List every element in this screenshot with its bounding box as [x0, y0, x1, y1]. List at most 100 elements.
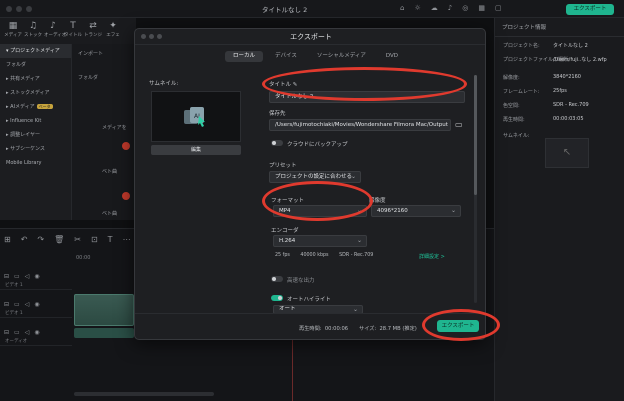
folder-icon[interactable]: ▭	[455, 120, 463, 129]
lock-icon[interactable]: ⊟	[4, 329, 9, 336]
chevron-down-icon: ⌄	[356, 237, 362, 244]
sidebar-item[interactable]: ▸ Influence Kit	[0, 114, 71, 128]
encoder-select[interactable]: H.264 ⌄	[273, 235, 367, 247]
top-export-button[interactable]: エクスポート	[566, 4, 614, 15]
advanced-settings-link[interactable]: 詳細設定 >	[419, 253, 445, 260]
sidebar-item[interactable]: ▸ 調整レイヤー	[0, 128, 71, 142]
dialog-title: エクスポート	[290, 33, 332, 41]
speaker-icon[interactable]: ◁	[25, 301, 30, 308]
timeline-scrollbar[interactable]	[74, 392, 214, 396]
redo-icon[interactable]: ↷	[37, 235, 44, 244]
toolbar-tab-icon: ♫	[28, 21, 38, 31]
crop-icon[interactable]: ⊡	[91, 235, 98, 244]
app-title: タイトルなし 2	[262, 6, 308, 14]
toolbar-tab[interactable]: ▦ メディア	[4, 21, 22, 41]
grid-icon[interactable]: ▦	[478, 4, 485, 12]
export-button[interactable]: エクスポート	[437, 320, 479, 332]
dialog-footer: 再生時間: 00:00:06 サイズ: 28.7 MB (推定) エクスポート	[135, 313, 485, 339]
project-info-key: 解像度:	[503, 75, 520, 81]
folder-icon[interactable]: ▭	[14, 273, 20, 280]
lock-icon[interactable]: ⊟	[4, 273, 9, 280]
dialog-scrollbar-thumb[interactable]	[474, 75, 477, 195]
edit-thumbnail-button[interactable]: 編集	[151, 145, 241, 155]
sidebar-item[interactable]: ▸ ストックメディア	[0, 86, 71, 100]
project-info-header: プロジェクト情報	[495, 18, 624, 37]
window-controls[interactable]	[6, 6, 32, 12]
resolution-label: 解像度	[369, 198, 386, 204]
encoder-value: H.264	[279, 238, 296, 244]
project-info-key: プロジェクト名:	[503, 43, 540, 49]
eye-icon[interactable]: ◉	[34, 273, 39, 280]
record-icon[interactable]	[122, 192, 130, 200]
toolbar-tab[interactable]: T タイトル	[64, 21, 82, 41]
resolution-select[interactable]: 4096*2160 ⌄	[371, 205, 461, 217]
save-path-field[interactable]: /Users/fujimotochiaki/Movies/Wondershare…	[269, 119, 451, 131]
fast-export-toggle[interactable]	[271, 276, 283, 282]
folder-label: フォルダ	[78, 75, 99, 81]
toolbar-tab-icon: T	[70, 21, 76, 31]
cut-icon[interactable]: ✂	[74, 235, 81, 244]
sidebar-item[interactable]: フォルダ	[0, 58, 71, 72]
toolbar-tab-label: ストック	[24, 33, 42, 38]
headset-icon[interactable]: ◎	[462, 4, 468, 12]
project-name-field[interactable]: タイトルなし 2	[269, 91, 465, 103]
tab-local[interactable]: ローカル	[225, 51, 264, 62]
sidebar-item[interactable]: ▸ AIメディア ベータ	[0, 100, 71, 114]
toolbar-tab[interactable]: ✦ エフェ	[104, 21, 122, 41]
preset-select[interactable]: プロジェクトの設定に合わせる ⌄	[269, 171, 361, 183]
undo-icon[interactable]: ↶	[21, 235, 28, 244]
fullscreen-icon[interactable]: ▢	[495, 4, 502, 12]
dialog-tabs: ローカル デバイス ソーシャルメディア DVD	[225, 51, 406, 62]
folder-icon[interactable]: ▭	[14, 329, 20, 336]
video-clip[interactable]	[74, 294, 134, 326]
split-icon[interactable]: ⊞	[4, 235, 11, 244]
sidebar-item[interactable]: ▸ サブシーケンス	[0, 142, 71, 156]
toolbar-tab-label: トランジ	[84, 33, 102, 38]
format-select[interactable]: MP4 ⌄	[273, 205, 367, 217]
track-name: オーディオ	[5, 339, 28, 344]
more-icon[interactable]: ⋯	[123, 235, 131, 244]
toolbar-tab[interactable]: ♫ ストック	[24, 21, 42, 41]
project-thumbnail[interactable]: ↖	[545, 138, 589, 168]
dialog-title-bar: エクスポート	[135, 29, 485, 45]
eye-icon[interactable]: ◉	[34, 301, 39, 308]
tab-device[interactable]: デバイス	[267, 51, 305, 62]
cloud-backup-toggle[interactable]	[271, 140, 283, 146]
tab-dvd[interactable]: DVD	[378, 51, 406, 62]
toolbar-tab[interactable]: ⇄ トランジ	[84, 21, 102, 41]
project-info-key: 色空間:	[503, 103, 520, 109]
delete-icon[interactable]: 🗑	[54, 235, 64, 244]
beta-badge: ベータ	[36, 104, 53, 109]
bell-icon[interactable]: ♪	[448, 4, 452, 12]
track-header[interactable]: ⊟ ▭ ◁ ◉ ビデオ 1	[0, 268, 72, 290]
project-info-value: /Users/fuji..なし 2.wfp	[553, 57, 607, 63]
auto-highlight-toggle[interactable]	[271, 295, 283, 301]
sidebar-item[interactable]: ▸ 共有メディア	[0, 72, 71, 86]
speaker-icon[interactable]: ◁	[25, 273, 30, 280]
gift-icon[interactable]: ⌂	[400, 4, 404, 12]
lightbulb-icon[interactable]: ☼	[414, 4, 420, 12]
text-icon[interactable]: T	[108, 235, 113, 244]
project-info-key: サムネイル:	[503, 133, 530, 139]
lock-icon[interactable]: ⊟	[4, 301, 9, 308]
toolbar-tab[interactable]: ♪ オーディオ	[44, 21, 66, 41]
record-icon[interactable]	[122, 142, 130, 150]
project-info-value: 00:00:03:05	[553, 116, 584, 122]
cloud-upload-icon[interactable]: ☁	[431, 4, 438, 12]
eye-icon[interactable]: ◉	[34, 329, 39, 336]
sidebar-item[interactable]: ▾ プロジェクトメディア	[0, 44, 71, 58]
tab-social-media[interactable]: ソーシャルメディア	[309, 51, 374, 62]
track-header[interactable]: ⊟ ▭ ◁ ◉ ビデオ 1	[0, 296, 72, 318]
sidebar-item[interactable]: Mobile Library	[0, 156, 71, 170]
speaker-icon[interactable]: ◁	[25, 329, 30, 336]
sidebar-item-label: ▸ AIメディア	[6, 104, 35, 110]
sidebar-item-label: ▸ 調整レイヤー	[6, 132, 40, 138]
import-label[interactable]: インポート	[78, 50, 103, 57]
track-header[interactable]: ⊟ ▭ ◁ ◉ オーディオ	[0, 324, 72, 346]
ai-sparkle-icon[interactable]: ✎	[293, 82, 298, 88]
filmora-logo-icon: AI	[184, 107, 205, 127]
folder-icon[interactable]: ▭	[14, 301, 20, 308]
toolbar-tab-label: タイトル	[64, 33, 82, 38]
timeline-tools: ⊞ ↶ ↷ 🗑 ✂ ⊡ T ⋯	[4, 235, 131, 244]
audio-clip[interactable]	[74, 328, 134, 338]
